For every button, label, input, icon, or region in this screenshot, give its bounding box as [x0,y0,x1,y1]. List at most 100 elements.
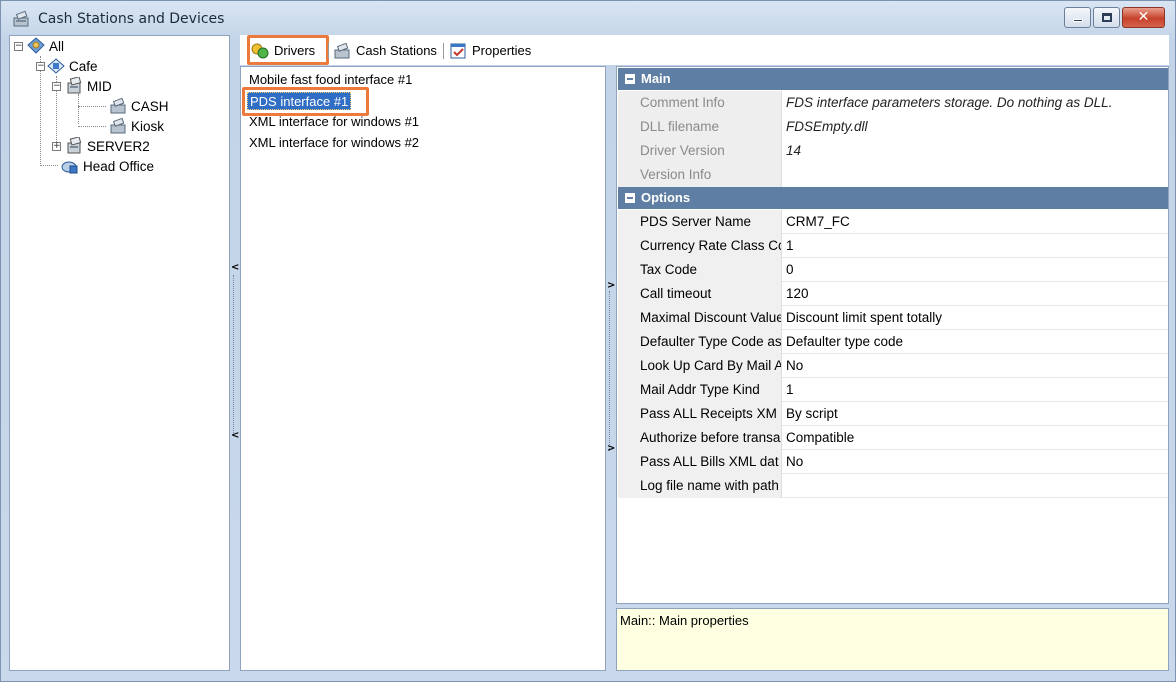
maximize-button[interactable] [1093,7,1120,28]
collapse-right-icon[interactable]: > [607,280,615,291]
property-value[interactable]: No [782,354,1168,378]
property-name: Currency Rate Class Cc [634,234,782,258]
property-grid[interactable]: Main Comment Info FDS interface paramete… [616,66,1169,604]
property-row[interactable]: Mail Addr Type Kind 1 [618,378,1168,402]
property-name: PDS Server Name [634,210,782,234]
property-row[interactable]: Authorize before transa Compatible [618,426,1168,450]
tree-node-all[interactable]: All [26,37,64,55]
property-name: Comment Info [634,91,782,115]
property-name: Defaulter Type Code as [634,330,782,354]
store-icon [47,58,65,74]
tree-label: MID [87,78,112,94]
category-options[interactable]: Options [618,187,1168,209]
property-row[interactable]: Defaulter Type Code as Defaulter type co… [618,330,1168,354]
tree-node-head-office[interactable]: Head Office [60,157,154,175]
property-row[interactable]: Driver Version 14 [618,139,1168,163]
property-name: Pass ALL Bills XML dat [634,450,782,474]
property-name: Version Info [634,163,782,187]
property-name: Maximal Discount Value [634,306,782,330]
property-value[interactable]: By script [782,402,1168,426]
property-row[interactable]: DLL filename FDSEmpty.dll [618,115,1168,139]
middle-splitter[interactable]: > > [606,66,616,671]
collapse-right-icon[interactable]: > [607,443,615,454]
tree-node-cafe[interactable]: Cafe [46,57,98,75]
property-row[interactable]: Tax Code 0 [618,258,1168,282]
property-row[interactable]: PDS Server Name CRM7_FC [618,210,1168,234]
property-row[interactable]: Pass ALL Bills XML dat No [618,450,1168,474]
property-value[interactable] [782,474,1168,498]
category-label: Options [641,190,691,205]
property-value[interactable]: 14 [782,139,1168,163]
drivers-highlight [247,35,329,65]
properties-icon [450,43,466,58]
left-splitter[interactable]: < < [230,35,240,671]
app-window: Cash Stations and Devices ✕ − All − Cafe… [0,0,1176,682]
tree-line [40,56,41,164]
property-row[interactable]: Version Info [618,163,1168,187]
property-value[interactable]: 0 [782,258,1168,282]
tree-node-server2[interactable]: SERVER2 [64,137,150,155]
category-main[interactable]: Main [618,68,1168,90]
tree-expander-server2[interactable]: + [52,142,61,151]
property-row[interactable]: Comment Info FDS interface parameters st… [618,91,1168,115]
property-value[interactable]: 1 [782,378,1168,402]
tree-expander-mid[interactable]: − [52,82,61,91]
property-name: DLL filename [634,115,782,139]
property-value[interactable]: 1 [782,234,1168,258]
property-description: Main:: Main properties [616,608,1169,671]
tree-label: Kiosk [131,118,165,134]
cash-register-icon [110,97,126,114]
tree-label: CASH [131,98,169,114]
selected-driver-highlight [242,87,369,116]
toolbar: Drivers Cash Stations Properties [240,35,1169,65]
server-icon [67,137,82,154]
properties-button[interactable]: Properties [448,38,531,63]
property-row[interactable]: Currency Rate Class Cc 1 [618,234,1168,258]
property-value[interactable]: FDS interface parameters storage. Do not… [782,91,1168,115]
drivers-list[interactable]: Mobile fast food interface #1 PDS interf… [240,66,606,671]
cash-stations-button[interactable]: Cash Stations [332,38,437,63]
list-item[interactable]: XML interface for windows #2 [247,134,421,152]
tree-node-kiosk[interactable]: Kiosk [108,117,164,135]
device-tree[interactable]: − All − Cafe − MID CASH Kiosk + SERVER2 … [9,35,230,671]
toolbar-separator [443,43,444,59]
property-value[interactable]: 120 [782,282,1168,306]
cash-stations-label: Cash Stations [356,43,437,58]
window-title: Cash Stations and Devices [38,11,225,27]
property-name: Tax Code [634,258,782,282]
minimize-button[interactable] [1064,7,1091,28]
tree-node-cash[interactable]: CASH [108,97,169,115]
property-row[interactable]: Pass ALL Receipts XM By script [618,402,1168,426]
tree-expander-all[interactable]: − [14,42,23,51]
collapse-left-icon[interactable]: < [231,262,239,273]
title-bar[interactable]: Cash Stations and Devices ✕ [1,1,1175,35]
property-name: Mail Addr Type Kind [634,378,782,402]
property-row[interactable]: Maximal Discount Value Discount limit sp… [618,306,1168,330]
list-item[interactable]: XML interface for windows #1 [247,113,421,131]
property-value[interactable]: FDSEmpty.dll [782,115,1168,139]
cash-register-icon [110,117,126,134]
network-icon [27,37,45,54]
cash-register-icon [13,10,29,27]
close-button[interactable]: ✕ [1122,7,1165,28]
property-row[interactable]: Log file name with path [618,474,1168,498]
tree-node-mid[interactable]: MID [64,77,112,95]
collapse-icon[interactable] [625,193,635,203]
tree-line [40,165,58,166]
splitter-grip [233,275,236,435]
property-value[interactable] [782,163,1168,187]
tree-expander-cafe[interactable]: − [36,62,45,71]
collapse-left-icon[interactable]: < [231,430,239,441]
collapse-icon[interactable] [625,74,635,84]
property-value[interactable]: Defaulter type code [782,330,1168,354]
property-row[interactable]: Look Up Card By Mail A No [618,354,1168,378]
property-row[interactable]: Call timeout 120 [618,282,1168,306]
property-value[interactable]: Compatible [782,426,1168,450]
cash-register-icon [334,42,350,58]
description-text: Main:: Main properties [620,613,749,628]
property-value[interactable]: No [782,450,1168,474]
close-icon: ✕ [1137,9,1150,25]
property-value[interactable]: Discount limit spent totally [782,306,1168,330]
property-value[interactable]: CRM7_FC [782,210,1168,234]
category-label: Main [641,71,671,86]
